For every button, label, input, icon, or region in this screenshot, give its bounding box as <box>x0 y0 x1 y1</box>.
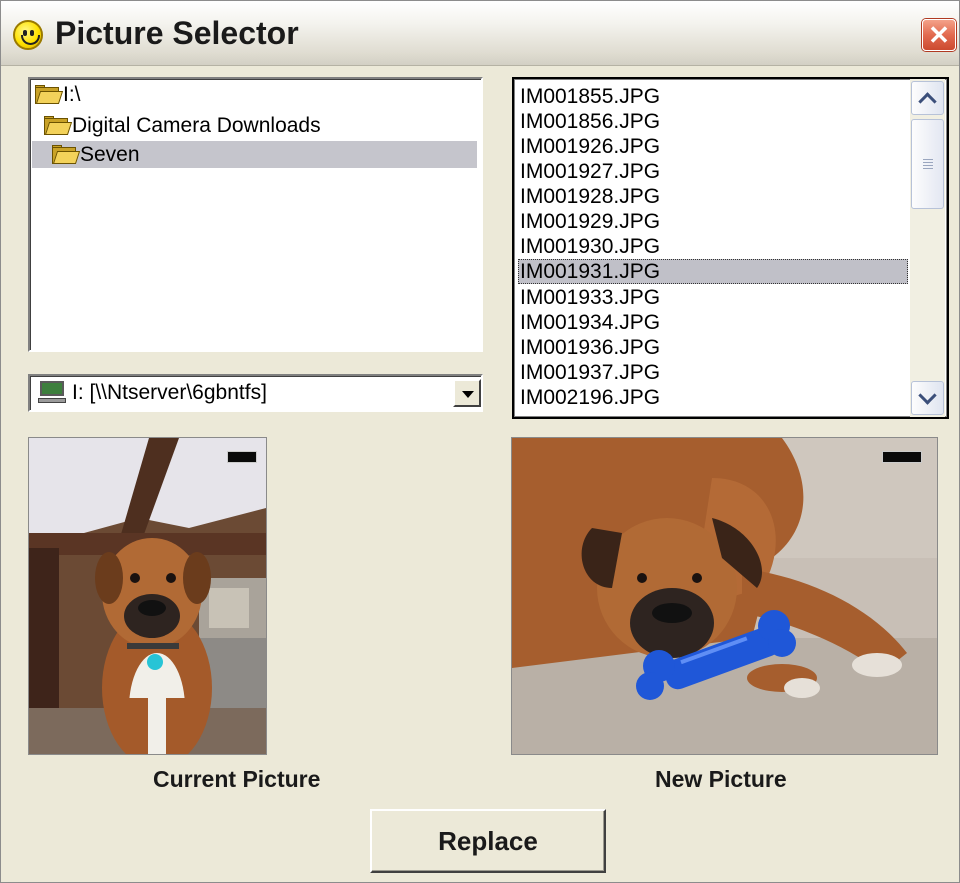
window-title: Picture Selector <box>55 15 299 51</box>
network-drive-icon <box>38 381 66 405</box>
tree-item-label: I:\ <box>63 83 81 106</box>
list-item[interactable]: IM001927.JPG <box>518 159 908 184</box>
list-item[interactable]: IM001856.JPG <box>518 109 908 134</box>
scroll-thumb[interactable] <box>911 119 944 209</box>
current-picture-image <box>29 438 266 754</box>
folder-open-icon <box>52 145 81 165</box>
list-item[interactable]: IM002196.JPG <box>518 385 908 410</box>
list-item[interactable]: IM001929.JPG <box>518 209 908 234</box>
current-picture-label: Current Picture <box>153 766 321 792</box>
scroll-up-button[interactable] <box>911 81 944 115</box>
drive-dropdown-button[interactable] <box>453 379 481 407</box>
current-picture-preview <box>28 437 267 755</box>
tree-item-digital-camera-downloads[interactable]: Digital Camera Downloads <box>44 112 321 139</box>
new-picture-image <box>512 438 937 754</box>
folder-tree[interactable]: I:\ Digital Camera Downloads Seven <box>28 77 483 352</box>
file-list-scrollbar[interactable] <box>910 79 945 417</box>
list-item[interactable]: IM001936.JPG <box>518 335 908 360</box>
tree-item-label: Digital Camera Downloads <box>72 114 321 137</box>
chevron-down-icon <box>918 386 937 405</box>
tree-item-seven[interactable]: Seven <box>32 141 477 168</box>
folder-open-icon <box>44 116 73 136</box>
drive-select-value: I: [\\Ntserver\6gbntfs] <box>72 381 267 404</box>
date-stamp <box>882 451 922 463</box>
list-item[interactable]: IM001937.JPG <box>518 360 908 385</box>
list-item[interactable]: IM001933.JPG <box>518 285 908 310</box>
title-bar[interactable]: Picture Selector ✕ <box>1 1 959 66</box>
list-item[interactable]: IM001930.JPG <box>518 234 908 259</box>
tree-item-root[interactable]: I:\ <box>35 81 81 108</box>
picture-selector-window: Picture Selector ✕ I:\ Digital Camera Do… <box>0 0 960 883</box>
chevron-up-icon <box>918 92 937 111</box>
list-item[interactable]: IM001928.JPG <box>518 184 908 209</box>
replace-button[interactable]: Replace <box>370 809 606 873</box>
file-list[interactable]: IM001855.JPG IM001856.JPG IM001926.JPG I… <box>512 77 949 419</box>
smiley-icon <box>13 20 43 50</box>
list-item[interactable]: IM001855.JPG <box>518 84 908 109</box>
date-stamp <box>227 451 257 463</box>
list-item[interactable]: IM001934.JPG <box>518 310 908 335</box>
folder-open-icon <box>35 85 64 105</box>
new-picture-preview <box>511 437 938 755</box>
scroll-down-button[interactable] <box>911 381 944 415</box>
new-picture-label: New Picture <box>655 766 787 792</box>
drive-select[interactable]: I: [\\Ntserver\6gbntfs] <box>28 374 483 412</box>
list-item[interactable]: IM001926.JPG <box>518 134 908 159</box>
chevron-down-icon <box>462 391 474 398</box>
close-button[interactable]: ✕ <box>922 19 956 51</box>
tree-item-label: Seven <box>80 143 140 166</box>
list-item-selected[interactable]: IM001931.JPG <box>518 259 908 284</box>
